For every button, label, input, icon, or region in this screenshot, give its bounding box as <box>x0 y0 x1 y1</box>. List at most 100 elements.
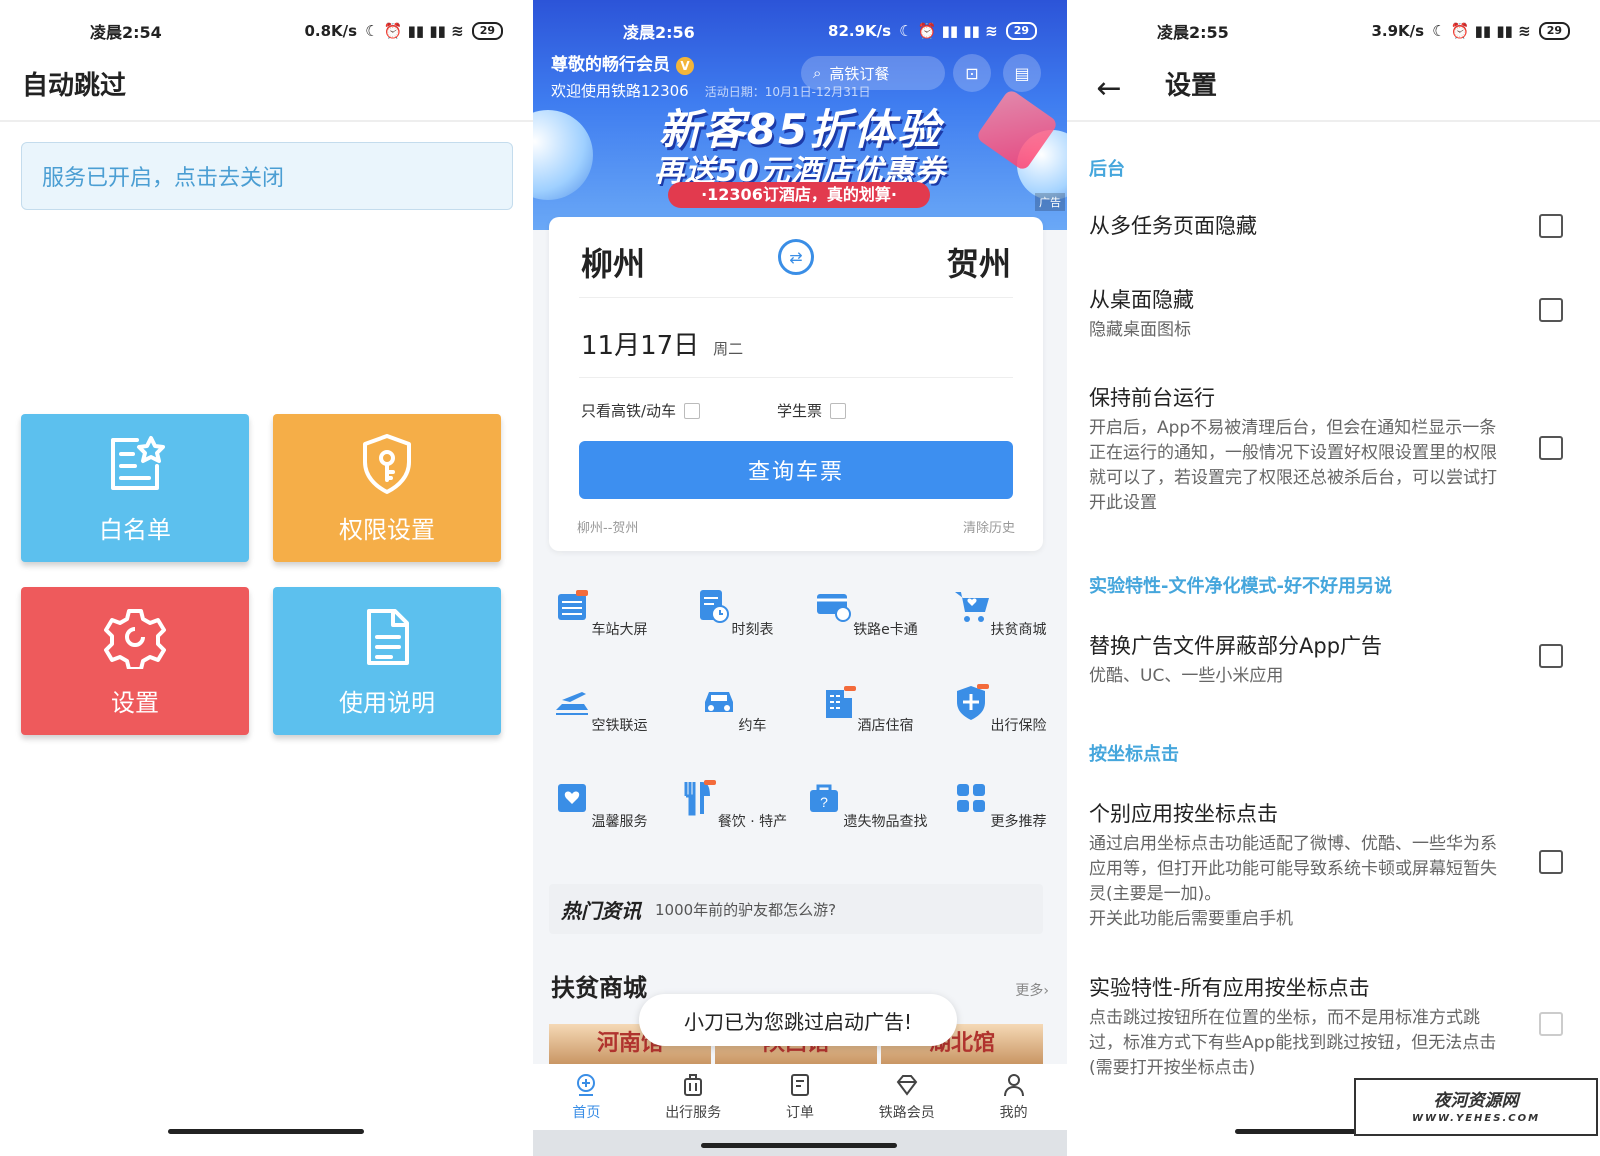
tab-membership[interactable]: 铁路会员 <box>853 1064 960 1130</box>
divider <box>1067 120 1600 122</box>
checkbox[interactable] <box>684 402 701 419</box>
status-time: 凌晨2:55 <box>1157 23 1229 42</box>
station-screen-icon <box>557 590 588 620</box>
setting-checkbox[interactable] <box>1539 298 1563 322</box>
grid-item-lost-found[interactable]: ? 遗失物品查找 <box>799 778 932 831</box>
query-tickets-button[interactable]: 查询车票 <box>579 441 1013 499</box>
setting-keep-foreground[interactable]: 保持前台运行 开启后，App不易被清理后台，但会在通知栏显示一条正在运行的通知，… <box>1089 382 1569 516</box>
signal-icon: ☾ ⏰ ▮▮ ▮▮ ≋ <box>365 22 464 40</box>
setting-checkbox[interactable] <box>1539 644 1563 668</box>
back-arrow-icon[interactable]: ← <box>1089 68 1129 108</box>
whitelist-tile[interactable]: 白名单 <box>21 414 249 562</box>
ad-banner[interactable]: 凌晨2:56 82.9K/s ☾ ⏰ ▮▮ ▮▮ ≋ 29 尊敬的畅行会员 V 欢… <box>533 0 1067 230</box>
grid-item-hotel[interactable]: 酒店住宿 <box>799 682 932 735</box>
grid-label: 温馨服务 <box>591 814 648 830</box>
grid-item-station-screen[interactable]: 车站大屏 <box>533 586 666 639</box>
option-label: 学生票 <box>777 402 823 420</box>
grid-label: 时刻表 <box>731 622 774 638</box>
checkbox[interactable] <box>830 402 847 419</box>
setting-replace-ad-files[interactable]: 替换广告文件屏蔽部分App广告 优酷、UC、一些小米应用 <box>1089 630 1569 689</box>
grid-label: 车站大屏 <box>591 622 648 638</box>
setting-title: 替换广告文件屏蔽部分App广告 <box>1089 634 1383 658</box>
document-icon <box>367 608 409 665</box>
section-header-background: 后台 <box>1089 159 1125 180</box>
page-title: 设置 <box>1165 71 1218 101</box>
ticket-search-card: 柳州 ⇄ 贺州 11月17日 周二 只看高铁/动车 学生票 查询车票 柳州--贺州… <box>549 217 1043 551</box>
status-bar: 凌晨2:55 3.9K/s ☾ ⏰ ▮▮ ▮▮ ≋ 29 <box>1067 0 1600 62</box>
setting-desc: 优酷、UC、一些小米应用 <box>1089 666 1284 686</box>
lost-found-icon: ? <box>809 784 838 812</box>
setting-coord-click-all[interactable]: 实验特性-所有应用按坐标点击 点击跳过按钮所在位置的坐标，而不是用标准方式跳过，… <box>1089 972 1569 1081</box>
grid-item-timetable[interactable]: 时刻表 <box>666 586 799 639</box>
grid-item-mall[interactable]: 扶贫商城 <box>932 586 1065 639</box>
status-time: 凌晨2:54 <box>90 23 162 42</box>
battery-icon: 29 <box>471 22 503 40</box>
setting-title: 实验特性-所有应用按坐标点击 <box>1089 976 1370 1000</box>
setting-hide-recents[interactable]: 从多任务页面隐藏 <box>1089 210 1569 240</box>
network-speed: 3.9K/s <box>1371 22 1425 40</box>
grid-item-dining[interactable]: 餐饮 · 特产 <box>666 778 799 831</box>
vip-greeting[interactable]: 尊敬的畅行会员 V <box>551 50 694 75</box>
grid-item-ecard[interactable]: 铁路e卡通 <box>799 586 932 639</box>
dining-icon <box>684 780 716 816</box>
message-icon[interactable]: ▤ <box>1003 54 1041 92</box>
home-indicator[interactable] <box>701 1143 897 1148</box>
grid-item-warm-service[interactable]: 温馨服务 <box>533 778 666 831</box>
news-headline[interactable]: 1000年前的驴友都怎么游? <box>655 899 836 920</box>
vip-label: 尊敬的畅行会员 <box>551 55 670 75</box>
search-box[interactable]: ⌕ 高铁订餐 <box>801 56 945 90</box>
tile-label: 白名单 <box>99 515 171 544</box>
clear-history-button[interactable]: 清除历史 <box>963 517 1015 536</box>
home-indicator[interactable] <box>168 1129 364 1134</box>
svg-text:?: ? <box>820 794 828 810</box>
setting-checkbox[interactable] <box>1539 1012 1563 1036</box>
grid-item-car[interactable]: 约车 <box>666 682 799 735</box>
grid-label: 酒店住宿 <box>857 718 914 734</box>
tab-home[interactable]: 首页 <box>533 1064 640 1130</box>
grid-label: 出行保险 <box>990 718 1047 734</box>
grid-item-more[interactable]: 更多推荐 <box>932 778 1065 831</box>
service-toggle-button[interactable]: 服务已开启，点击去关闭 <box>21 142 513 210</box>
more-link[interactable]: 更多› <box>1015 980 1049 1000</box>
grid-item-plane-train[interactable]: 空铁联运 <box>533 682 666 735</box>
chevron-right-icon: › <box>1043 983 1049 999</box>
from-city[interactable]: 柳州 <box>581 239 645 285</box>
setting-checkbox[interactable] <box>1539 436 1563 460</box>
grid-label: 更多推荐 <box>990 814 1047 830</box>
weekday: 周二 <box>713 340 744 358</box>
swap-cities-icon[interactable]: ⇄ <box>778 239 814 275</box>
status-time: 凌晨2:56 <box>623 23 695 42</box>
setting-hide-launcher[interactable]: 从桌面隐藏 隐藏桌面图标 <box>1089 284 1569 343</box>
whitelist-icon <box>111 435 165 490</box>
permission-tile[interactable]: 权限设置 <box>273 414 501 562</box>
settings-tile[interactable]: 设置 <box>21 587 249 735</box>
gaotie-only-option[interactable]: 只看高铁/动车 <box>581 400 701 421</box>
grid-item-insurance[interactable]: 出行保险 <box>932 682 1065 735</box>
tab-travel-service[interactable]: 出行服务 <box>640 1064 747 1130</box>
scan-icon[interactable]: ⊡ <box>953 54 991 92</box>
student-ticket-option[interactable]: 学生票 <box>777 400 847 421</box>
search-history-item[interactable]: 柳州--贺州 <box>577 517 638 536</box>
tab-orders[interactable]: 订单 <box>747 1064 854 1130</box>
setting-title: 从多任务页面隐藏 <box>1089 214 1257 238</box>
setting-checkbox[interactable] <box>1539 214 1563 238</box>
ad-label: 广告 <box>1035 193 1065 211</box>
banner-tagline: ·12306订酒店，真的划算· <box>668 182 930 208</box>
hot-news-bar[interactable]: 热门资讯 1000年前的驴友都怎么游? <box>549 884 1043 934</box>
tab-profile[interactable]: 我的 <box>960 1064 1067 1130</box>
setting-coord-click-some[interactable]: 个别应用按坐标点击 通过启用坐标点击功能适配了微博、优酷、一些华为系应用等，但打… <box>1089 798 1569 932</box>
skip-ad-toast: 小刀已为您跳过启动广告! <box>639 994 957 1046</box>
insurance-icon <box>956 684 989 720</box>
ecard-icon <box>817 594 852 622</box>
cart-icon <box>954 592 989 622</box>
tile-label: 使用说明 <box>339 688 435 717</box>
search-placeholder: 高铁订餐 <box>829 64 890 83</box>
setting-desc: 开启后，App不易被清理后台，但会在通知栏显示一条正在运行的通知，一般情况下设置… <box>1089 418 1497 513</box>
setting-checkbox[interactable] <box>1539 850 1563 874</box>
travel-date[interactable]: 11月17日 周二 <box>581 325 743 362</box>
divider <box>0 120 533 122</box>
to-city[interactable]: 贺州 <box>947 239 1011 285</box>
date-value: 11月17日 <box>581 331 700 361</box>
instructions-tile[interactable]: 使用说明 <box>273 587 501 735</box>
more-apps-icon <box>956 784 985 812</box>
